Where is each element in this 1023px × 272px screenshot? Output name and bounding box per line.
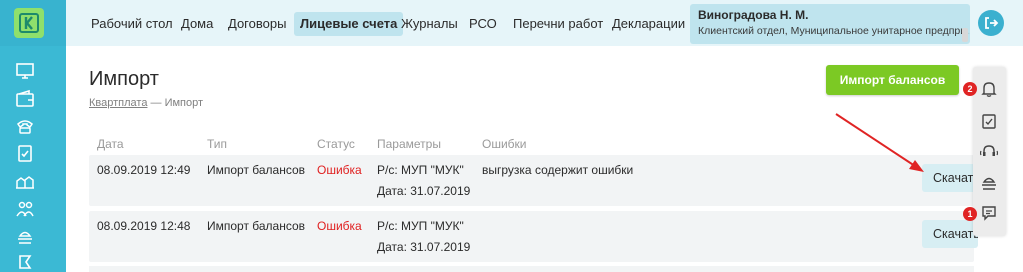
row-param-date: Дата: 31.07.2019 bbox=[377, 240, 471, 254]
phone-icon[interactable] bbox=[14, 115, 36, 137]
logo-k-icon bbox=[19, 13, 39, 33]
row-type: Импорт балансов bbox=[207, 163, 306, 177]
nav-item-accounts[interactable]: Лицевые счета bbox=[294, 12, 404, 36]
breadcrumb-current: Импорт bbox=[164, 97, 204, 109]
left-sidebar bbox=[0, 0, 66, 272]
nav-item-rso[interactable]: РСО bbox=[463, 12, 503, 36]
breadcrumb-link-rent[interactable]: Квартплата bbox=[89, 97, 147, 109]
logout-icon bbox=[985, 17, 999, 29]
breadcrumb-separator: — bbox=[150, 97, 162, 109]
breadcrumb: Квартплата — Импорт bbox=[89, 97, 203, 109]
row-type: Импорт балансов bbox=[207, 219, 306, 233]
worker-helmet-icon[interactable] bbox=[977, 171, 1001, 195]
nav-item-contracts[interactable]: Договоры bbox=[222, 12, 292, 36]
houses-icon[interactable] bbox=[14, 170, 36, 192]
notification-badge: 2 bbox=[963, 82, 977, 96]
logo-area bbox=[0, 0, 66, 46]
column-header-status: Статус bbox=[317, 137, 355, 151]
user-profile-box[interactable]: Виноградова Н. М. Клиентский отдел, Муни… bbox=[690, 4, 970, 44]
user-box-scrollbar[interactable] bbox=[962, 28, 968, 42]
row-date: 08.09.2019 12:49 bbox=[97, 163, 191, 177]
support-headset-icon[interactable] bbox=[977, 140, 1001, 164]
download-button[interactable]: Скачать bbox=[922, 220, 978, 248]
user-name: Виноградова Н. М. bbox=[698, 8, 809, 22]
row-errors: выгрузка содержит ошибки bbox=[482, 163, 634, 177]
app-logo[interactable] bbox=[14, 8, 44, 38]
column-header-type: Тип bbox=[207, 137, 228, 151]
checklist-icon[interactable] bbox=[977, 109, 1001, 133]
import-balances-button[interactable]: Импорт балансов bbox=[826, 65, 959, 95]
column-header-date: Дата bbox=[97, 137, 124, 151]
nav-item-declarations[interactable]: Декларации bbox=[606, 12, 691, 36]
page-title: Импорт bbox=[89, 68, 159, 90]
row-date: 08.09.2019 12:48 bbox=[97, 219, 191, 233]
row-status: Ошибка bbox=[317, 163, 362, 177]
row-status: Ошибка bbox=[317, 219, 362, 233]
column-header-errors: Ошибки bbox=[482, 137, 527, 151]
row-param-account: Р/с: МУП "МУК" bbox=[377, 163, 464, 177]
monitor-icon[interactable] bbox=[14, 60, 36, 82]
flag-icon[interactable] bbox=[14, 252, 36, 272]
user-organization: Клиентский отдел, Муниципальное унитарно… bbox=[698, 25, 970, 37]
nav-item-work-lists[interactable]: Перечни работ bbox=[507, 12, 609, 36]
nav-item-houses[interactable]: Дома bbox=[175, 12, 219, 36]
chat-badge: 1 bbox=[963, 207, 977, 221]
chat-icon[interactable] bbox=[977, 201, 1001, 225]
nav-item-journals[interactable]: Журналы bbox=[395, 12, 464, 36]
column-header-params: Параметры bbox=[377, 137, 441, 151]
worker-icon[interactable] bbox=[14, 226, 36, 248]
download-button[interactable]: Скачать bbox=[922, 164, 978, 192]
clipboard-check-icon[interactable] bbox=[14, 142, 36, 164]
bell-icon[interactable] bbox=[977, 77, 1001, 101]
row-param-account: Р/с: МУП "МУК" bbox=[377, 219, 464, 233]
nav-item-dashboard[interactable]: Рабочий стол bbox=[85, 12, 179, 36]
people-icon[interactable] bbox=[14, 198, 36, 220]
logout-button[interactable] bbox=[978, 10, 1004, 36]
app-root: Рабочий стол Дома Договоры Лицевые счета… bbox=[0, 0, 1023, 272]
wallet-icon[interactable] bbox=[14, 88, 36, 110]
row-param-date: Дата: 31.07.2019 bbox=[377, 184, 471, 198]
table-row bbox=[89, 266, 974, 272]
